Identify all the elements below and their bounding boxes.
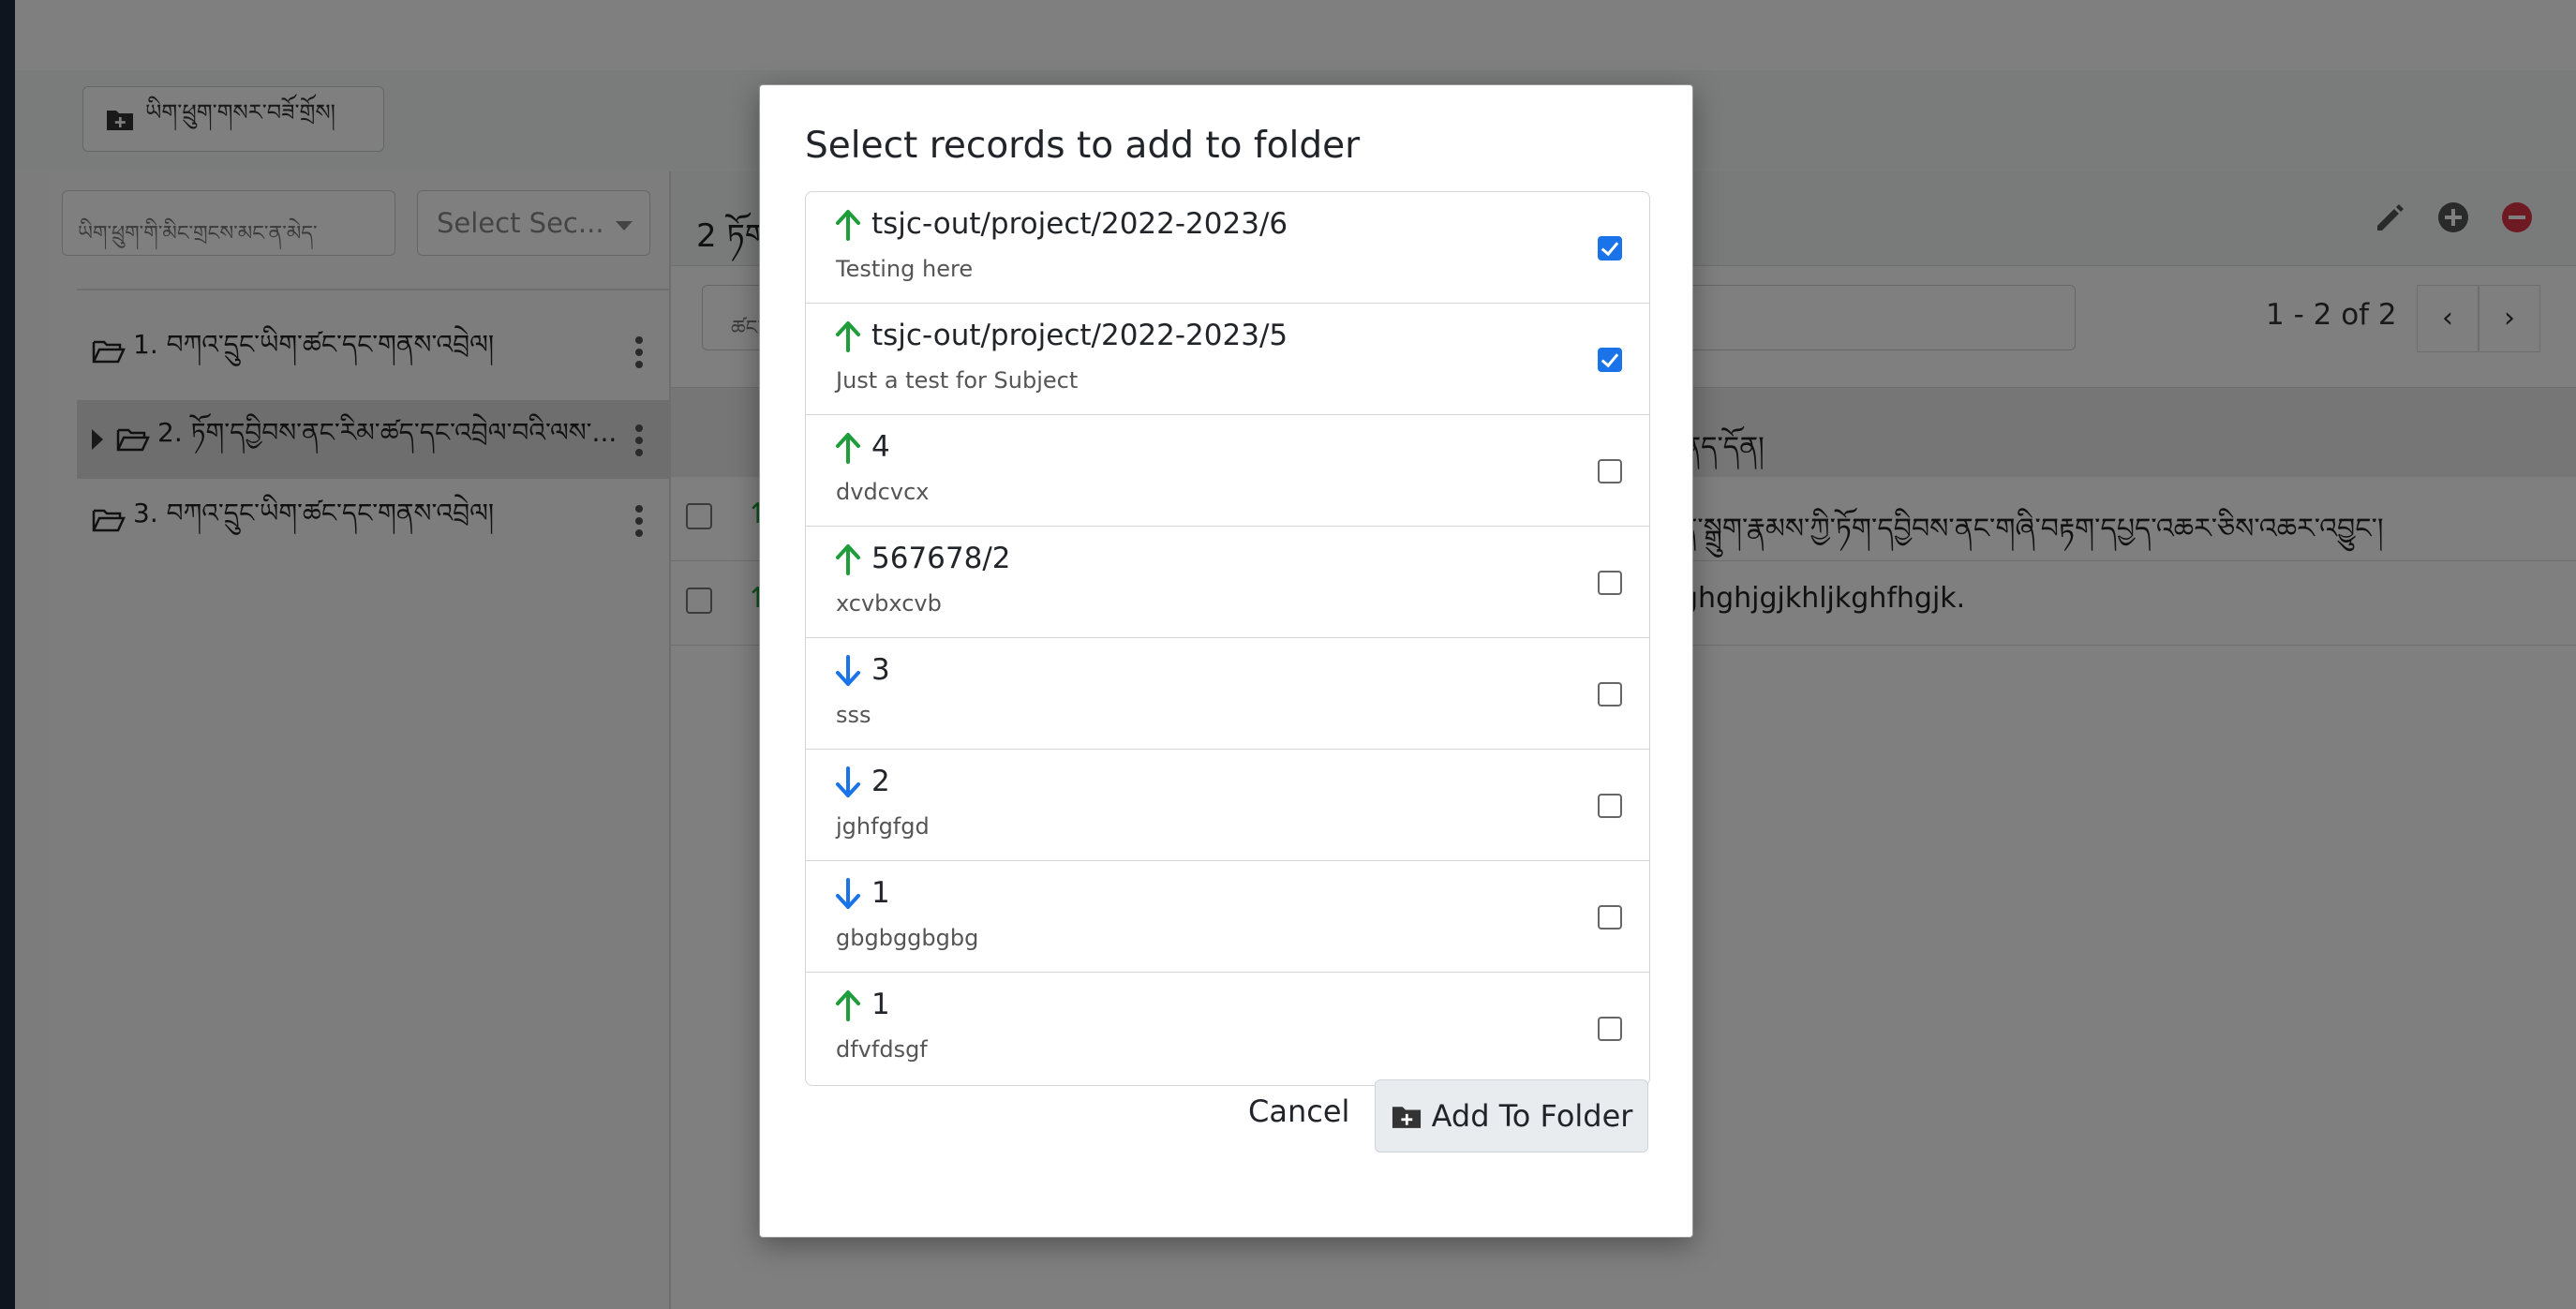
record-subject: jghfgfgd <box>836 813 930 840</box>
record-checkbox[interactable] <box>1598 236 1622 260</box>
record-checkbox[interactable] <box>1598 1017 1622 1041</box>
record-title: 567678/2 <box>871 542 1011 575</box>
record-subject: dvdcvcx <box>836 479 930 505</box>
cancel-button[interactable]: Cancel <box>1248 1093 1349 1129</box>
record-item[interactable]: 4 dvdcvcx <box>806 415 1649 527</box>
arrow-down-icon <box>836 766 860 797</box>
add-to-folder-button[interactable]: Add To Folder <box>1375 1079 1648 1153</box>
record-checkbox[interactable] <box>1598 459 1622 483</box>
record-title: 4 <box>871 430 890 464</box>
folder-plus-icon <box>1392 1107 1421 1128</box>
record-title: tsjc-out/project/2022-2023/5 <box>871 319 1288 352</box>
record-item[interactable]: 3 sss <box>806 638 1649 750</box>
record-subject: Testing here <box>836 256 974 282</box>
record-title: tsjc-out/project/2022-2023/6 <box>871 207 1288 241</box>
record-subject: sss <box>836 702 871 728</box>
record-subject: dfvfdsgf <box>836 1036 928 1063</box>
record-checkbox[interactable] <box>1598 794 1622 818</box>
arrow-up-icon <box>836 210 860 241</box>
record-checkbox[interactable] <box>1598 571 1622 595</box>
record-item[interactable]: tsjc-out/project/2022-2023/5 Just a test … <box>806 304 1649 415</box>
record-item[interactable]: tsjc-out/project/2022-2023/6 Testing here <box>806 192 1649 304</box>
record-item[interactable]: 2 jghfgfgd <box>806 750 1649 861</box>
record-checkbox[interactable] <box>1598 348 1622 372</box>
record-checkbox[interactable] <box>1598 905 1622 930</box>
arrow-down-icon <box>836 878 860 909</box>
add-to-folder-dialog: Select records to add to folder tsjc-out… <box>759 84 1693 1238</box>
record-subject: gbgbggbgbg <box>836 925 979 951</box>
record-item[interactable]: 567678/2 xcvbxcvb <box>806 527 1649 638</box>
record-title: 1 <box>871 988 890 1021</box>
arrow-up-icon <box>836 990 860 1021</box>
record-list: tsjc-out/project/2022-2023/6 Testing here… <box>805 191 1650 1086</box>
record-subject: xcvbxcvb <box>836 590 942 617</box>
record-checkbox[interactable] <box>1598 682 1622 707</box>
record-title: 3 <box>871 653 890 687</box>
record-item[interactable]: 1 dfvfdsgf <box>806 973 1649 1085</box>
add-to-folder-label: Add To Folder <box>1431 1098 1633 1134</box>
record-subject: Just a test for Subject <box>836 367 1079 394</box>
dialog-title: Select records to add to folder <box>805 125 1361 167</box>
arrow-up-icon <box>836 433 860 464</box>
arrow-up-icon <box>836 544 860 575</box>
record-title: 2 <box>871 765 890 798</box>
arrow-down-icon <box>836 655 860 686</box>
record-item[interactable]: 1 gbgbggbgbg <box>806 861 1649 973</box>
record-title: 1 <box>871 876 890 910</box>
arrow-up-icon <box>836 321 860 352</box>
